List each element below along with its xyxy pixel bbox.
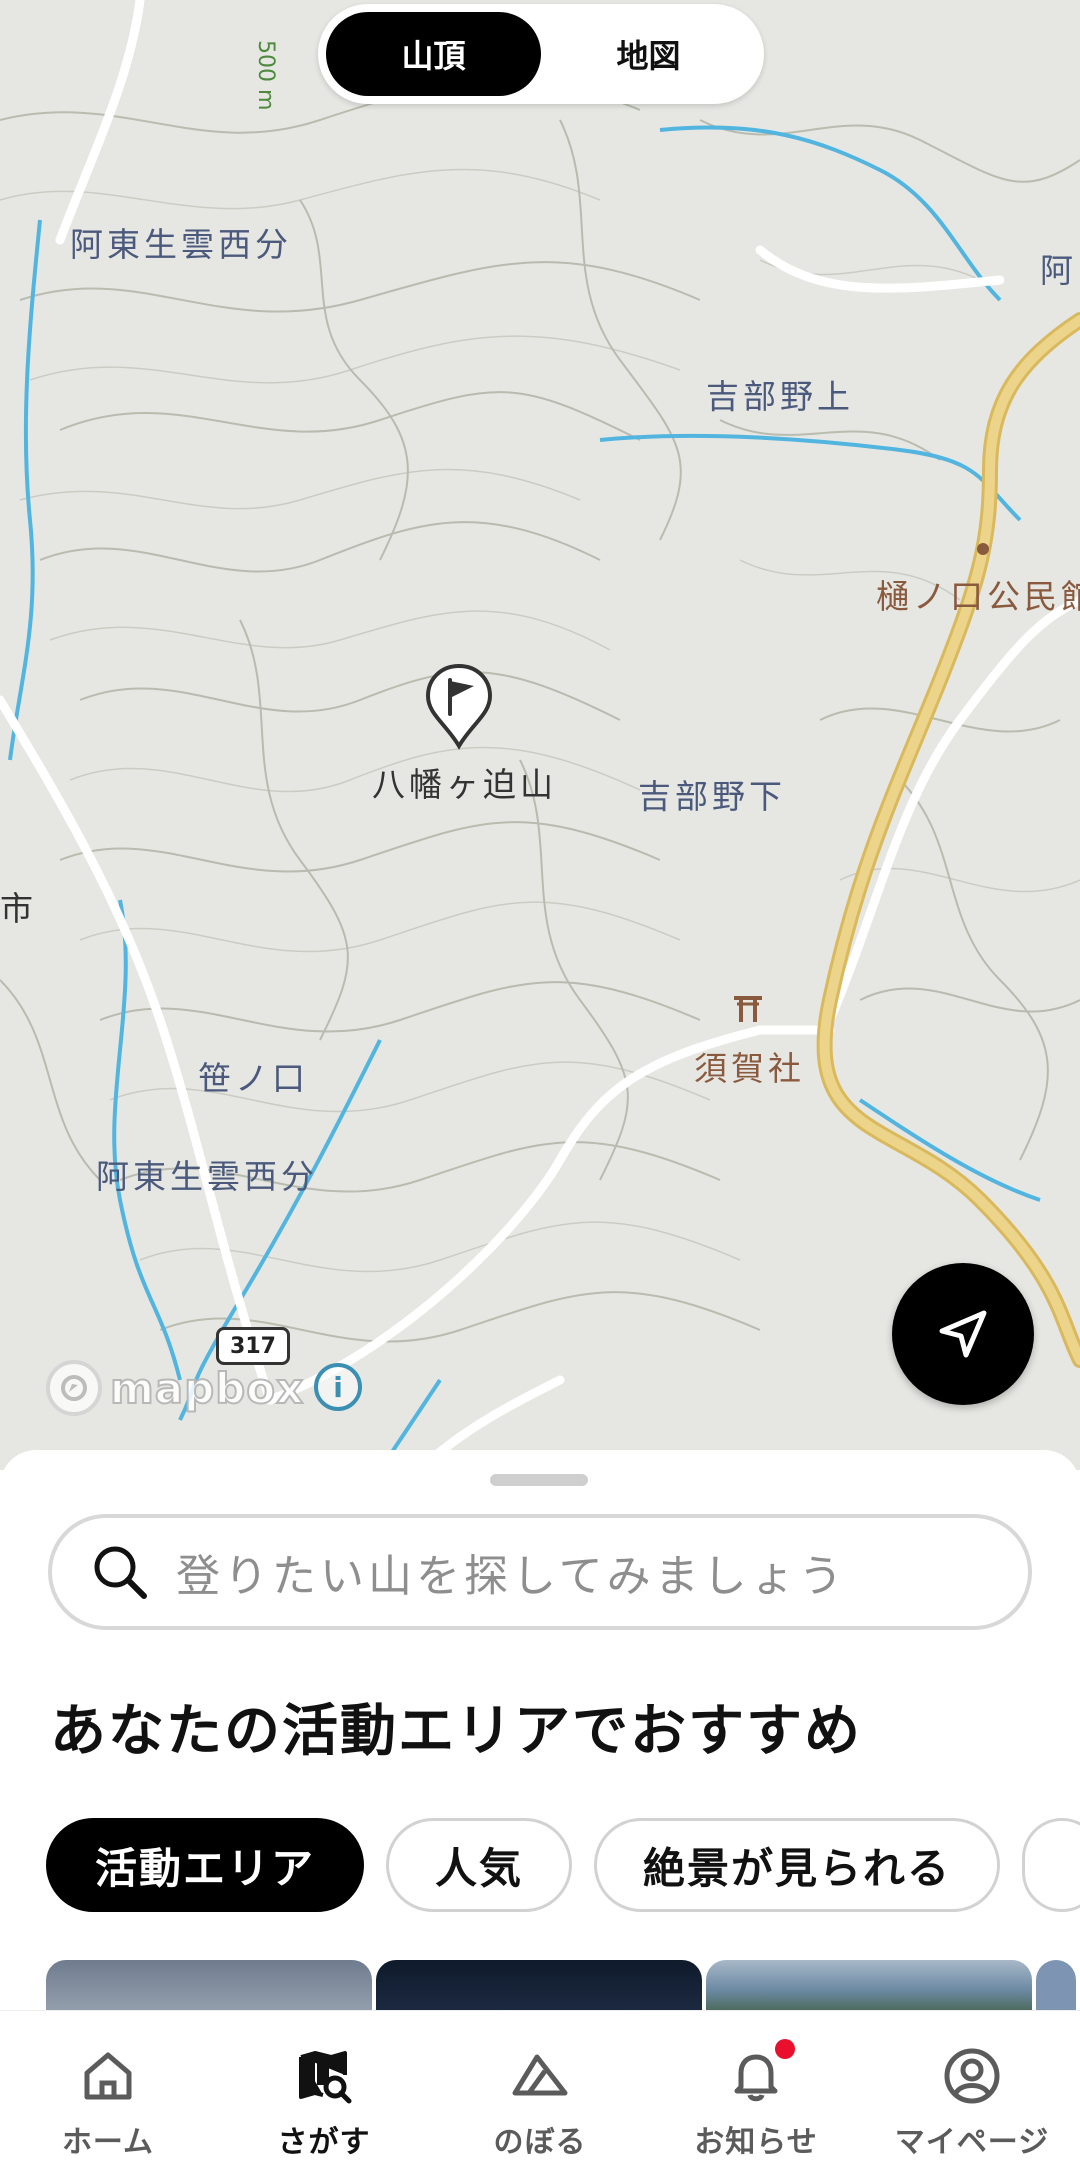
mapbox-wordmark: mapbox bbox=[109, 1363, 305, 1414]
nav-home[interactable]: ホーム bbox=[0, 2011, 216, 2174]
filter-chips: 活動エリア 人気 絶景が見られる bbox=[46, 1818, 1080, 1912]
section-title: あなたの活動エリアでおすすめ bbox=[50, 1699, 862, 1764]
mapbox-logo-icon bbox=[46, 1360, 102, 1416]
segment-map-button[interactable]: 地図 bbox=[541, 12, 756, 96]
torii-shrine-icon bbox=[734, 996, 762, 1022]
user-circle-icon bbox=[944, 2048, 1000, 2104]
nav-notifications[interactable]: お知らせ bbox=[648, 2011, 864, 2174]
mountain-icon bbox=[512, 2054, 568, 2096]
home-icon bbox=[84, 2052, 132, 2100]
map-place-label: 笹ノ口 bbox=[198, 1059, 309, 1098]
map-poi-label: 須賀社 bbox=[694, 1049, 805, 1088]
notification-badge bbox=[775, 2039, 795, 2059]
search-placeholder: 登りたい山を探してみましょう bbox=[176, 1551, 847, 1602]
bell-icon-wrap bbox=[725, 2039, 795, 2107]
sheet-grabber[interactable] bbox=[490, 1474, 588, 1486]
elevation-label: 500 m bbox=[253, 40, 278, 111]
map-poi-label: 樋ノ口公民館 bbox=[876, 577, 1080, 616]
nav-climb-label: のぼる bbox=[493, 2125, 587, 2160]
nav-mypage-label: マイページ bbox=[894, 2125, 1050, 2160]
map-place-label: 吉部野下 bbox=[638, 777, 786, 816]
peak-label[interactable]: 八幡ヶ迫山 bbox=[372, 758, 557, 806]
map-search-icon bbox=[299, 2051, 352, 2104]
search-icon bbox=[94, 1546, 147, 1599]
view-mode-toggle: 山頂 地図 bbox=[318, 4, 764, 104]
nav-search[interactable]: さがす bbox=[216, 2011, 432, 2174]
nav-notifications-label: お知らせ bbox=[694, 2125, 818, 2160]
nav-home-label: ホーム bbox=[61, 2125, 155, 2160]
mountain-search-input[interactable]: 登りたい山を探してみましょう bbox=[48, 1514, 1032, 1630]
navigation-arrow-icon bbox=[939, 1310, 987, 1358]
bottom-sheet: 登りたい山を探してみましょう あなたの活動エリアでおすすめ 活動エリア 人気 絶… bbox=[0, 1450, 1080, 2020]
map-view[interactable]: 500 m 阿東生雲西分 吉部野上 樋ノ口公民館 八幡ヶ迫山 吉部野下 笹ノ口 … bbox=[0, 0, 1080, 1470]
map-place-label: 阿東生雲西分 bbox=[70, 225, 292, 264]
mapbox-logo: mapbox bbox=[46, 1360, 304, 1416]
attribution-info-icon[interactable]: i bbox=[314, 1363, 362, 1411]
map-place-label: 阿東生雲西分 bbox=[96, 1157, 318, 1196]
map-place-label: 市 bbox=[0, 889, 37, 928]
bottom-navigation: ホーム さがす のぼる お知らせ マイページ bbox=[0, 2010, 1080, 2174]
current-location-button[interactable] bbox=[892, 1263, 1034, 1405]
segment-peak-button[interactable]: 山頂 bbox=[326, 12, 541, 96]
chip-scenic-view[interactable]: 絶景が見られる bbox=[594, 1818, 1001, 1912]
nav-mypage[interactable]: マイページ bbox=[864, 2011, 1080, 2174]
chip-popular[interactable]: 人気 bbox=[386, 1818, 573, 1912]
map-place-label: 阿 bbox=[1040, 251, 1077, 290]
poi-dot bbox=[977, 543, 989, 555]
chip-more[interactable] bbox=[1022, 1818, 1080, 1912]
nav-search-label: さがす bbox=[277, 2125, 371, 2160]
peak-flag-pin-icon[interactable] bbox=[424, 662, 494, 750]
nav-climb[interactable]: のぼる bbox=[432, 2011, 648, 2174]
map-place-label: 吉部野上 bbox=[706, 377, 854, 416]
chip-activity-area[interactable]: 活動エリア bbox=[46, 1818, 365, 1912]
